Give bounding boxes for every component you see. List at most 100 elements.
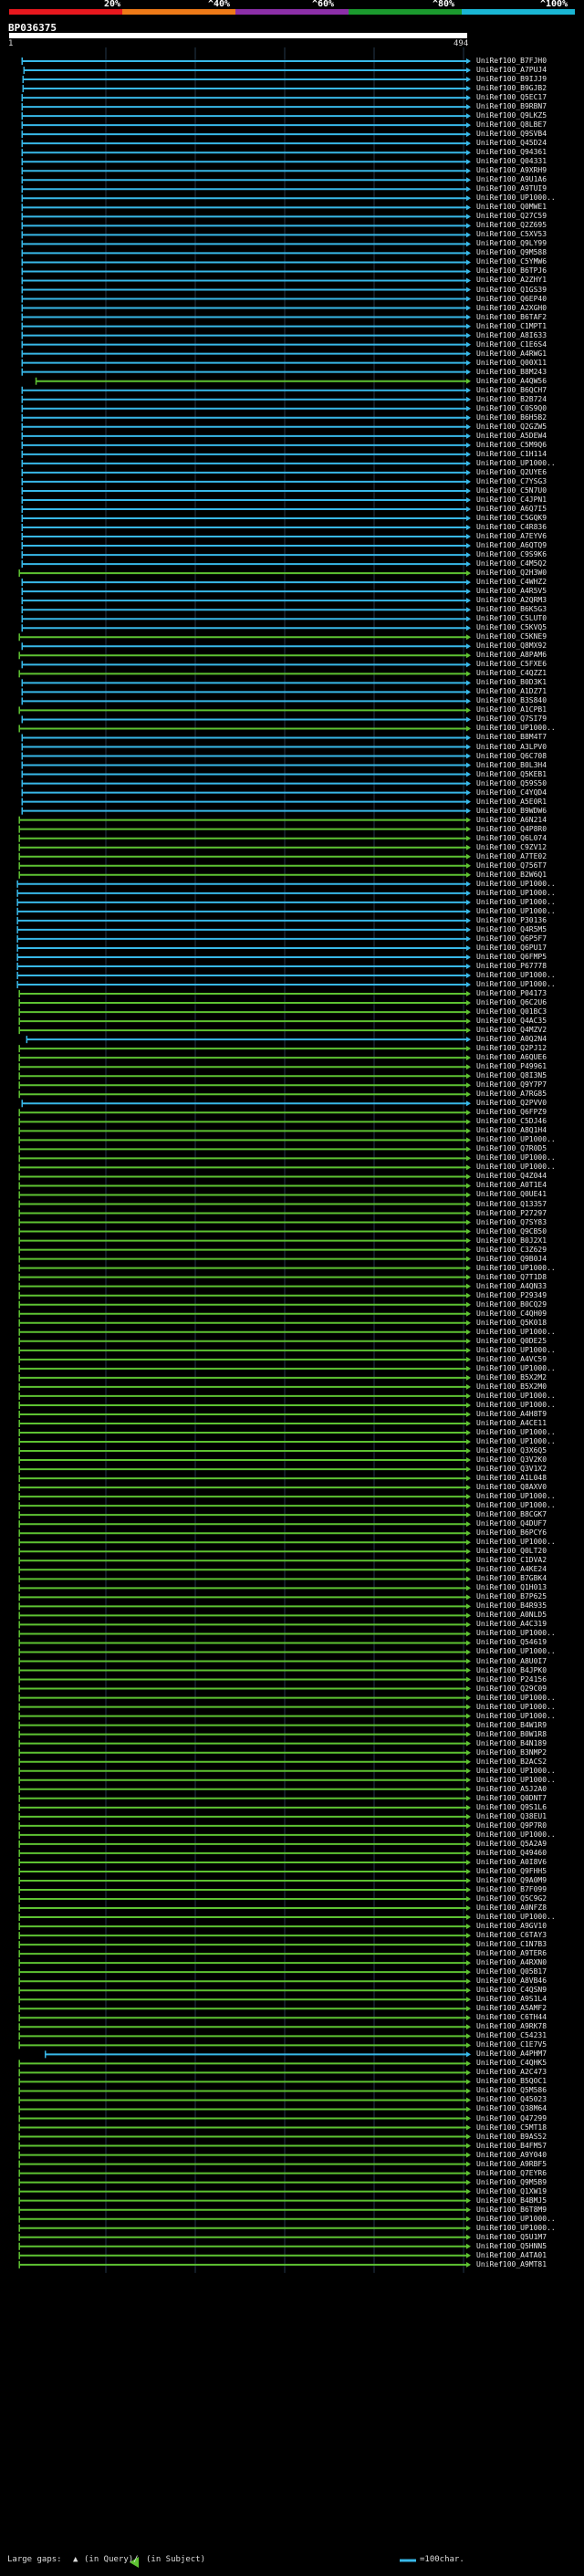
hit-label[interactable]: UniRef100_A5E0R1 xyxy=(476,798,547,806)
hit-label[interactable]: UniRef100_B0D3K1 xyxy=(476,679,547,686)
hit-label[interactable]: UniRef100_B3S840 xyxy=(476,697,547,704)
hit-label[interactable]: UniRef100_Q47299 xyxy=(476,2114,547,2122)
hit-label[interactable]: UniRef100_A4KE24 xyxy=(476,1566,547,1573)
hit-label[interactable]: UniRef100_UP1000.. xyxy=(476,1163,556,1171)
hit-label[interactable]: UniRef100_B9AS52 xyxy=(476,2133,547,2141)
hit-label[interactable]: UniRef100_A9S1L4 xyxy=(476,1996,547,2003)
hit-label[interactable]: UniRef100_A9MT81 xyxy=(476,2260,547,2268)
hit-label[interactable]: UniRef100_Q2Z695 xyxy=(476,222,547,229)
hit-label[interactable]: UniRef100_Q29C09 xyxy=(476,1684,547,1693)
hit-label[interactable]: UniRef100_B6H5B2 xyxy=(476,413,547,422)
hit-label[interactable]: UniRef100_B6QCH7 xyxy=(476,386,547,394)
hit-label[interactable]: UniRef100_Q0DNT7 xyxy=(476,1794,547,1802)
hit-label[interactable]: UniRef100_A5J2A0 xyxy=(476,1785,547,1793)
hit-label[interactable]: UniRef100_B8CGK7 xyxy=(476,1511,547,1518)
hit-label[interactable]: UniRef100_A9U1A6 xyxy=(476,176,547,183)
hit-label[interactable]: UniRef100_A9XRH9 xyxy=(476,167,547,174)
hit-label[interactable]: UniRef100_Q6C708 xyxy=(476,752,547,760)
hit-label[interactable]: UniRef100_A7PUJ4 xyxy=(476,67,547,74)
hit-label[interactable]: UniRef100_Q6EP40 xyxy=(476,295,547,303)
hit-label[interactable]: UniRef100_Q9A0M9 xyxy=(476,1876,547,1884)
hit-label[interactable]: UniRef100_Q01BC3 xyxy=(476,1008,547,1016)
hit-label[interactable]: UniRef100_A6N214 xyxy=(476,816,547,824)
hit-label[interactable]: UniRef100_C5GQK9 xyxy=(476,515,547,522)
hit-label[interactable]: UniRef100_B2W6Q1 xyxy=(476,871,547,879)
hit-label[interactable]: UniRef100_P67778 xyxy=(476,962,547,970)
hit-label[interactable]: UniRef100_A4RWG1 xyxy=(476,349,547,358)
hit-label[interactable]: UniRef100_UP1000.. xyxy=(476,1401,556,1409)
hit-label[interactable]: UniRef100_Q7SI79 xyxy=(476,715,547,723)
hit-label[interactable]: UniRef100_B0L3H4 xyxy=(476,761,547,769)
hit-label[interactable]: UniRef100_UP1000.. xyxy=(476,725,556,732)
hit-label[interactable]: UniRef100_C5KNE9 xyxy=(476,633,547,641)
hit-label[interactable]: UniRef100_Q7T1D8 xyxy=(476,1273,547,1281)
hit-label[interactable]: UniRef100_UP1000.. xyxy=(476,1538,556,1546)
hit-label[interactable]: UniRef100_B0J2X1 xyxy=(476,1236,547,1245)
hit-label[interactable]: UniRef100_C5FXE6 xyxy=(476,661,547,668)
hit-label[interactable]: UniRef100_C7YSG3 xyxy=(476,477,547,485)
hit-label[interactable]: UniRef100_P24156 xyxy=(476,1675,547,1684)
hit-label[interactable]: UniRef100_A0Q2N4 xyxy=(476,1036,547,1043)
hit-label[interactable]: UniRef100_Q5K018 xyxy=(476,1319,547,1327)
hit-label[interactable]: UniRef100_A4PHM7 xyxy=(476,2050,547,2058)
hit-label[interactable]: UniRef100_UP1000.. xyxy=(476,2215,556,2223)
hit-label[interactable]: UniRef100_B4BMJ5 xyxy=(476,2196,547,2205)
hit-label[interactable]: UniRef100_Q6FMP5 xyxy=(476,953,547,961)
hit-label[interactable]: UniRef100_B3NMP2 xyxy=(476,1748,547,1757)
hit-label[interactable]: UniRef100_Q9FHH5 xyxy=(476,1867,547,1875)
hit-label[interactable]: UniRef100_Q7SY83 xyxy=(476,1218,547,1226)
hit-label[interactable]: UniRef100_B2ACS2 xyxy=(476,1757,547,1766)
hit-label[interactable]: UniRef100_A3LPV0 xyxy=(476,743,547,751)
hit-label[interactable]: UniRef100_A0NFZ8 xyxy=(476,1904,547,1912)
hit-label[interactable]: UniRef100_A4RXN0 xyxy=(476,1959,547,1966)
hit-label[interactable]: UniRef100_Q38M64 xyxy=(476,2105,547,2112)
hit-label[interactable]: UniRef100_Q9M588 xyxy=(476,249,547,256)
hit-label[interactable]: UniRef100_C4R836 xyxy=(476,524,547,531)
hit-label[interactable]: UniRef100_Q4P8R0 xyxy=(476,825,547,833)
hit-label[interactable]: UniRef100_Q6C2U6 xyxy=(476,999,547,1006)
hit-label[interactable]: UniRef100_Q8I3N5 xyxy=(476,1072,547,1079)
hit-label[interactable]: UniRef100_B9WDW6 xyxy=(476,807,547,815)
hit-label[interactable]: UniRef100_UP1000.. xyxy=(476,907,556,915)
hit-label[interactable]: UniRef100_Q2PJ12 xyxy=(476,1045,547,1052)
hit-label[interactable]: UniRef100_C4QH09 xyxy=(476,1309,547,1318)
hit-label[interactable]: UniRef100_Q94361 xyxy=(476,149,547,156)
hit-label[interactable]: UniRef100_UP1000.. xyxy=(476,1776,556,1784)
hit-label[interactable]: UniRef100_A2C473 xyxy=(476,2069,547,2076)
hit-label[interactable]: UniRef100_A2QRM3 xyxy=(476,597,547,604)
hit-label[interactable]: UniRef100_UP1000.. xyxy=(476,1767,556,1775)
hit-label[interactable]: UniRef100_C0S9Q0 xyxy=(476,404,547,412)
hit-label[interactable]: UniRef100_A6QUE6 xyxy=(476,1054,547,1061)
hit-label[interactable]: UniRef100_UP1000.. xyxy=(476,1630,556,1637)
hit-label[interactable]: UniRef100_UP1000.. xyxy=(476,1502,556,1509)
hit-label[interactable]: UniRef100_A5AMF2 xyxy=(476,2005,547,2012)
hit-label[interactable]: UniRef100_A6Q7I5 xyxy=(476,505,547,513)
hit-label[interactable]: UniRef100_Q13357 xyxy=(476,1200,547,1208)
hit-label[interactable]: UniRef100_C9S9K6 xyxy=(476,551,547,558)
hit-label[interactable]: UniRef100_C5LUT0 xyxy=(476,615,547,622)
hit-label[interactable]: UniRef100_UP1000.. xyxy=(476,2224,556,2232)
hit-label[interactable]: UniRef100_P27297 xyxy=(476,1209,547,1217)
hit-label[interactable]: UniRef100_A2XGH0 xyxy=(476,304,547,312)
hit-label[interactable]: UniRef100_A4VC59 xyxy=(476,1355,547,1363)
hit-label[interactable]: UniRef100_Q6FPZ9 xyxy=(476,1109,547,1116)
hit-label[interactable]: UniRef100_B8M4T7 xyxy=(476,734,547,741)
hit-label[interactable]: UniRef100_UP1000.. xyxy=(476,1364,556,1372)
hit-label[interactable]: UniRef100_Q05B17 xyxy=(476,1968,547,1976)
hit-label[interactable]: UniRef100_Q3V2K0 xyxy=(476,1456,547,1464)
hit-label[interactable]: UniRef100_Q1H013 xyxy=(476,1584,547,1591)
hit-label[interactable]: UniRef100_B7FJH0 xyxy=(476,57,547,65)
hit-label[interactable]: UniRef100_UP1000.. xyxy=(476,1346,556,1354)
hit-label[interactable]: UniRef100_Q3X6Q5 xyxy=(476,1447,547,1455)
hit-label[interactable]: UniRef100_B4JPK0 xyxy=(476,1666,547,1674)
hit-label[interactable]: UniRef100_A4R5V5 xyxy=(476,588,547,595)
hit-label[interactable]: UniRef100_B5X2M0 xyxy=(476,1382,547,1391)
hit-label[interactable]: UniRef100_A0NLD5 xyxy=(476,1611,547,1619)
hit-label[interactable]: UniRef100_Q54619 xyxy=(476,1639,547,1646)
hit-label[interactable]: UniRef100_Q9S1L6 xyxy=(476,1803,547,1811)
hit-label[interactable]: UniRef100_A4H8T9 xyxy=(476,1410,547,1418)
hit-label[interactable]: UniRef100_C5M9Q6 xyxy=(476,441,547,449)
hit-label[interactable]: UniRef100_B8M243 xyxy=(476,368,547,376)
hit-label[interactable]: UniRef100_Q9CB50 xyxy=(476,1227,547,1236)
hit-label[interactable]: UniRef100_A4C319 xyxy=(476,1621,547,1628)
